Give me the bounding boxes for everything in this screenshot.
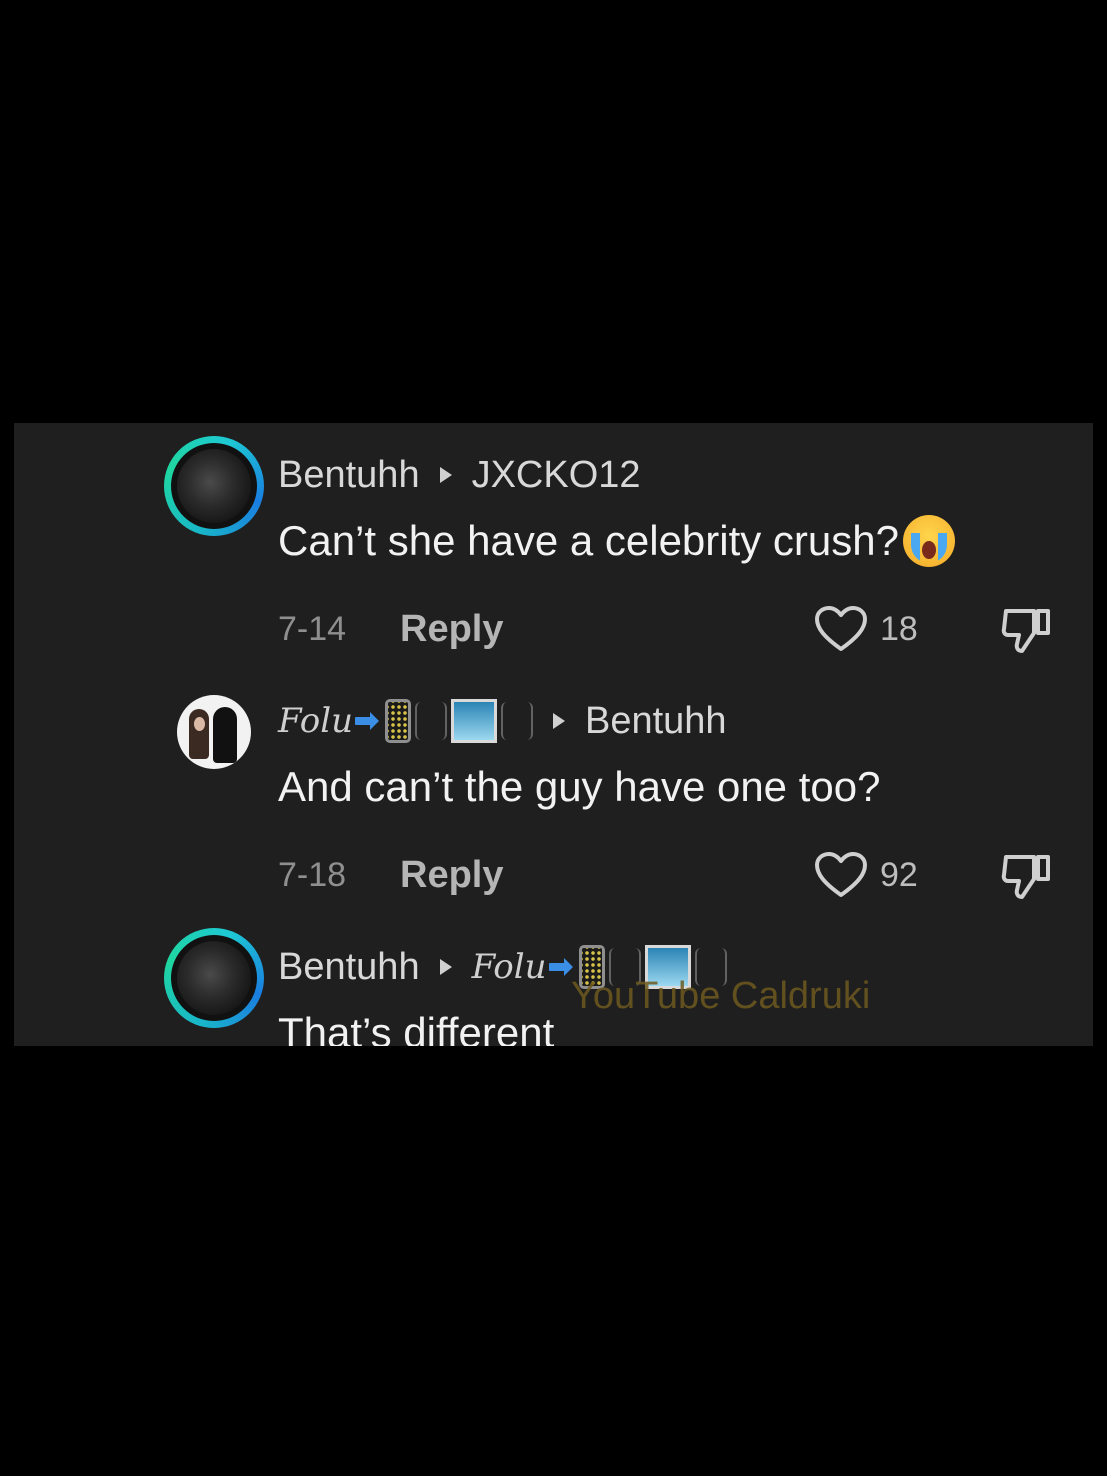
comment-date: 7-18 — [278, 855, 347, 894]
like-count: 18 — [880, 609, 918, 648]
heart-icon[interactable] — [814, 851, 868, 899]
username[interactable]: Bentuhh — [278, 454, 420, 497]
mobile-phone-icon — [384, 699, 411, 743]
right-arrow-icon — [354, 712, 379, 730]
comment-text: And can’t the guy have one too? — [278, 763, 881, 810]
comment-text: Can’t she have a celebrity crush? — [278, 513, 955, 569]
heart-icon[interactable] — [814, 605, 868, 653]
username[interactable]: Folu — [278, 701, 353, 741]
reply-to-username[interactable]: Bentuhh — [585, 700, 727, 743]
comment-header: Folu Bentuhh — [278, 699, 727, 743]
loudly-crying-face-icon — [903, 515, 955, 567]
watermark: YouTube Caldruki — [571, 975, 871, 1017]
x-ray-icon — [450, 699, 497, 743]
comment-thread-panel: Bentuhh JXCKO12 Can’t she have a celebri… — [14, 423, 1093, 1046]
comment-text: That’s different — [278, 1009, 555, 1046]
reply-to-username[interactable]: JXCKO12 — [472, 454, 641, 497]
comment-header: Bentuhh JXCKO12 — [278, 453, 641, 497]
comment-date: 7-14 — [278, 609, 347, 648]
skeleton-icon — [500, 702, 533, 740]
thumbs-down-icon[interactable] — [1000, 851, 1054, 901]
comment-actions: 7-18 Reply 92 — [278, 851, 1068, 899]
right-arrow-icon — [548, 958, 573, 976]
reply-arrow-icon — [439, 467, 452, 483]
username-emoji-group — [354, 699, 533, 743]
like-button[interactable]: 92 — [814, 851, 918, 899]
like-button[interactable]: 18 — [814, 605, 918, 653]
reply-button[interactable]: Reply — [400, 854, 503, 897]
reply-to-username[interactable]: Folu — [472, 947, 547, 987]
reply-button[interactable]: Reply — [400, 608, 503, 651]
skeleton-icon — [414, 702, 447, 740]
like-count: 92 — [880, 855, 918, 894]
avatar[interactable] — [164, 928, 264, 1028]
thumbs-down-icon[interactable] — [1000, 605, 1054, 655]
avatar[interactable] — [164, 436, 264, 536]
username[interactable]: Bentuhh — [278, 946, 420, 989]
reply-arrow-icon — [439, 959, 452, 975]
avatar[interactable] — [177, 695, 251, 769]
reply-arrow-icon — [552, 713, 565, 729]
comment-actions: 7-14 Reply 18 — [278, 605, 1068, 653]
